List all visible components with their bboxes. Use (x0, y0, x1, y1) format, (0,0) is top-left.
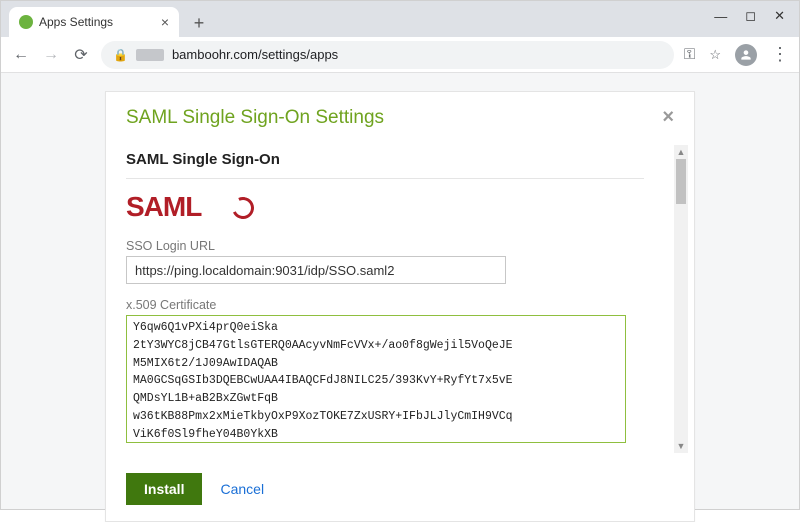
cert-textarea[interactable]: Y6qw6Q1vPXi4prQ0eiSka2tY3WYC8jCB47GtlsGT… (126, 315, 626, 443)
modal-header: SAML Single Sign-On Settings × (106, 92, 694, 139)
tab-strip: Apps Settings × + (1, 1, 799, 37)
maximize-button[interactable]: ◻ (745, 8, 756, 24)
saml-logo: SAML (126, 193, 254, 225)
window-controls: — ◻ ✕ (700, 1, 799, 31)
browser-tab[interactable]: Apps Settings × (9, 7, 179, 37)
minimize-button[interactable]: — (714, 9, 727, 24)
url-subdomain-blur (136, 49, 164, 61)
tab-title: Apps Settings (39, 15, 155, 29)
saml-logo-text: SAML (126, 191, 201, 222)
scroll-up-icon[interactable]: ▲ (674, 145, 688, 159)
browser-toolbar: ← → ⟳ 🔒 bamboohr.com/settings/apps ⚿ ☆ ⋮ (1, 37, 799, 73)
star-icon[interactable]: ☆ (709, 47, 721, 63)
modal-body: SAML Single Sign-On SAML SSO Login URL x… (106, 139, 694, 459)
back-button[interactable]: ← (11, 46, 31, 64)
person-icon (739, 48, 753, 62)
cert-label: x.509 Certificate (126, 298, 644, 312)
sso-url-input[interactable] (126, 256, 506, 284)
page-content: SAML Single Sign-On Settings × SAML Sing… (1, 73, 799, 509)
saml-settings-modal: SAML Single Sign-On Settings × SAML Sing… (105, 91, 695, 522)
close-window-button[interactable]: ✕ (774, 8, 785, 24)
profile-avatar[interactable] (735, 44, 757, 66)
modal-footer: Install Cancel (106, 459, 694, 521)
install-button[interactable]: Install (126, 473, 202, 505)
key-icon[interactable]: ⚿ (684, 46, 695, 63)
reload-button[interactable]: ⟳ (71, 45, 91, 65)
modal-close-icon[interactable]: × (662, 106, 674, 129)
scroll-thumb[interactable] (676, 159, 686, 204)
sso-url-field: SSO Login URL (126, 239, 644, 284)
cert-field: x.509 Certificate Y6qw6Q1vPXi4prQ0eiSka2… (126, 298, 644, 443)
lock-icon: 🔒 (113, 48, 128, 62)
favicon-icon (19, 15, 33, 29)
cancel-button[interactable]: Cancel (220, 481, 264, 497)
forward-button[interactable]: → (41, 46, 61, 64)
saml-swoosh-icon (229, 194, 257, 222)
address-bar[interactable]: 🔒 bamboohr.com/settings/apps (101, 41, 674, 69)
section-title: SAML Single Sign-On (126, 139, 644, 179)
modal-title: SAML Single Sign-On Settings (126, 107, 384, 129)
scroll-down-icon[interactable]: ▼ (674, 439, 688, 453)
modal-scrollbar[interactable]: ▲ ▼ (674, 145, 688, 453)
sso-url-label: SSO Login URL (126, 239, 644, 253)
menu-icon[interactable]: ⋮ (771, 44, 789, 65)
toolbar-right: ⚿ ☆ ⋮ (684, 44, 789, 66)
new-tab-button[interactable]: + (185, 9, 213, 37)
tab-close-icon[interactable]: × (161, 14, 169, 30)
url-text: bamboohr.com/settings/apps (172, 47, 338, 62)
